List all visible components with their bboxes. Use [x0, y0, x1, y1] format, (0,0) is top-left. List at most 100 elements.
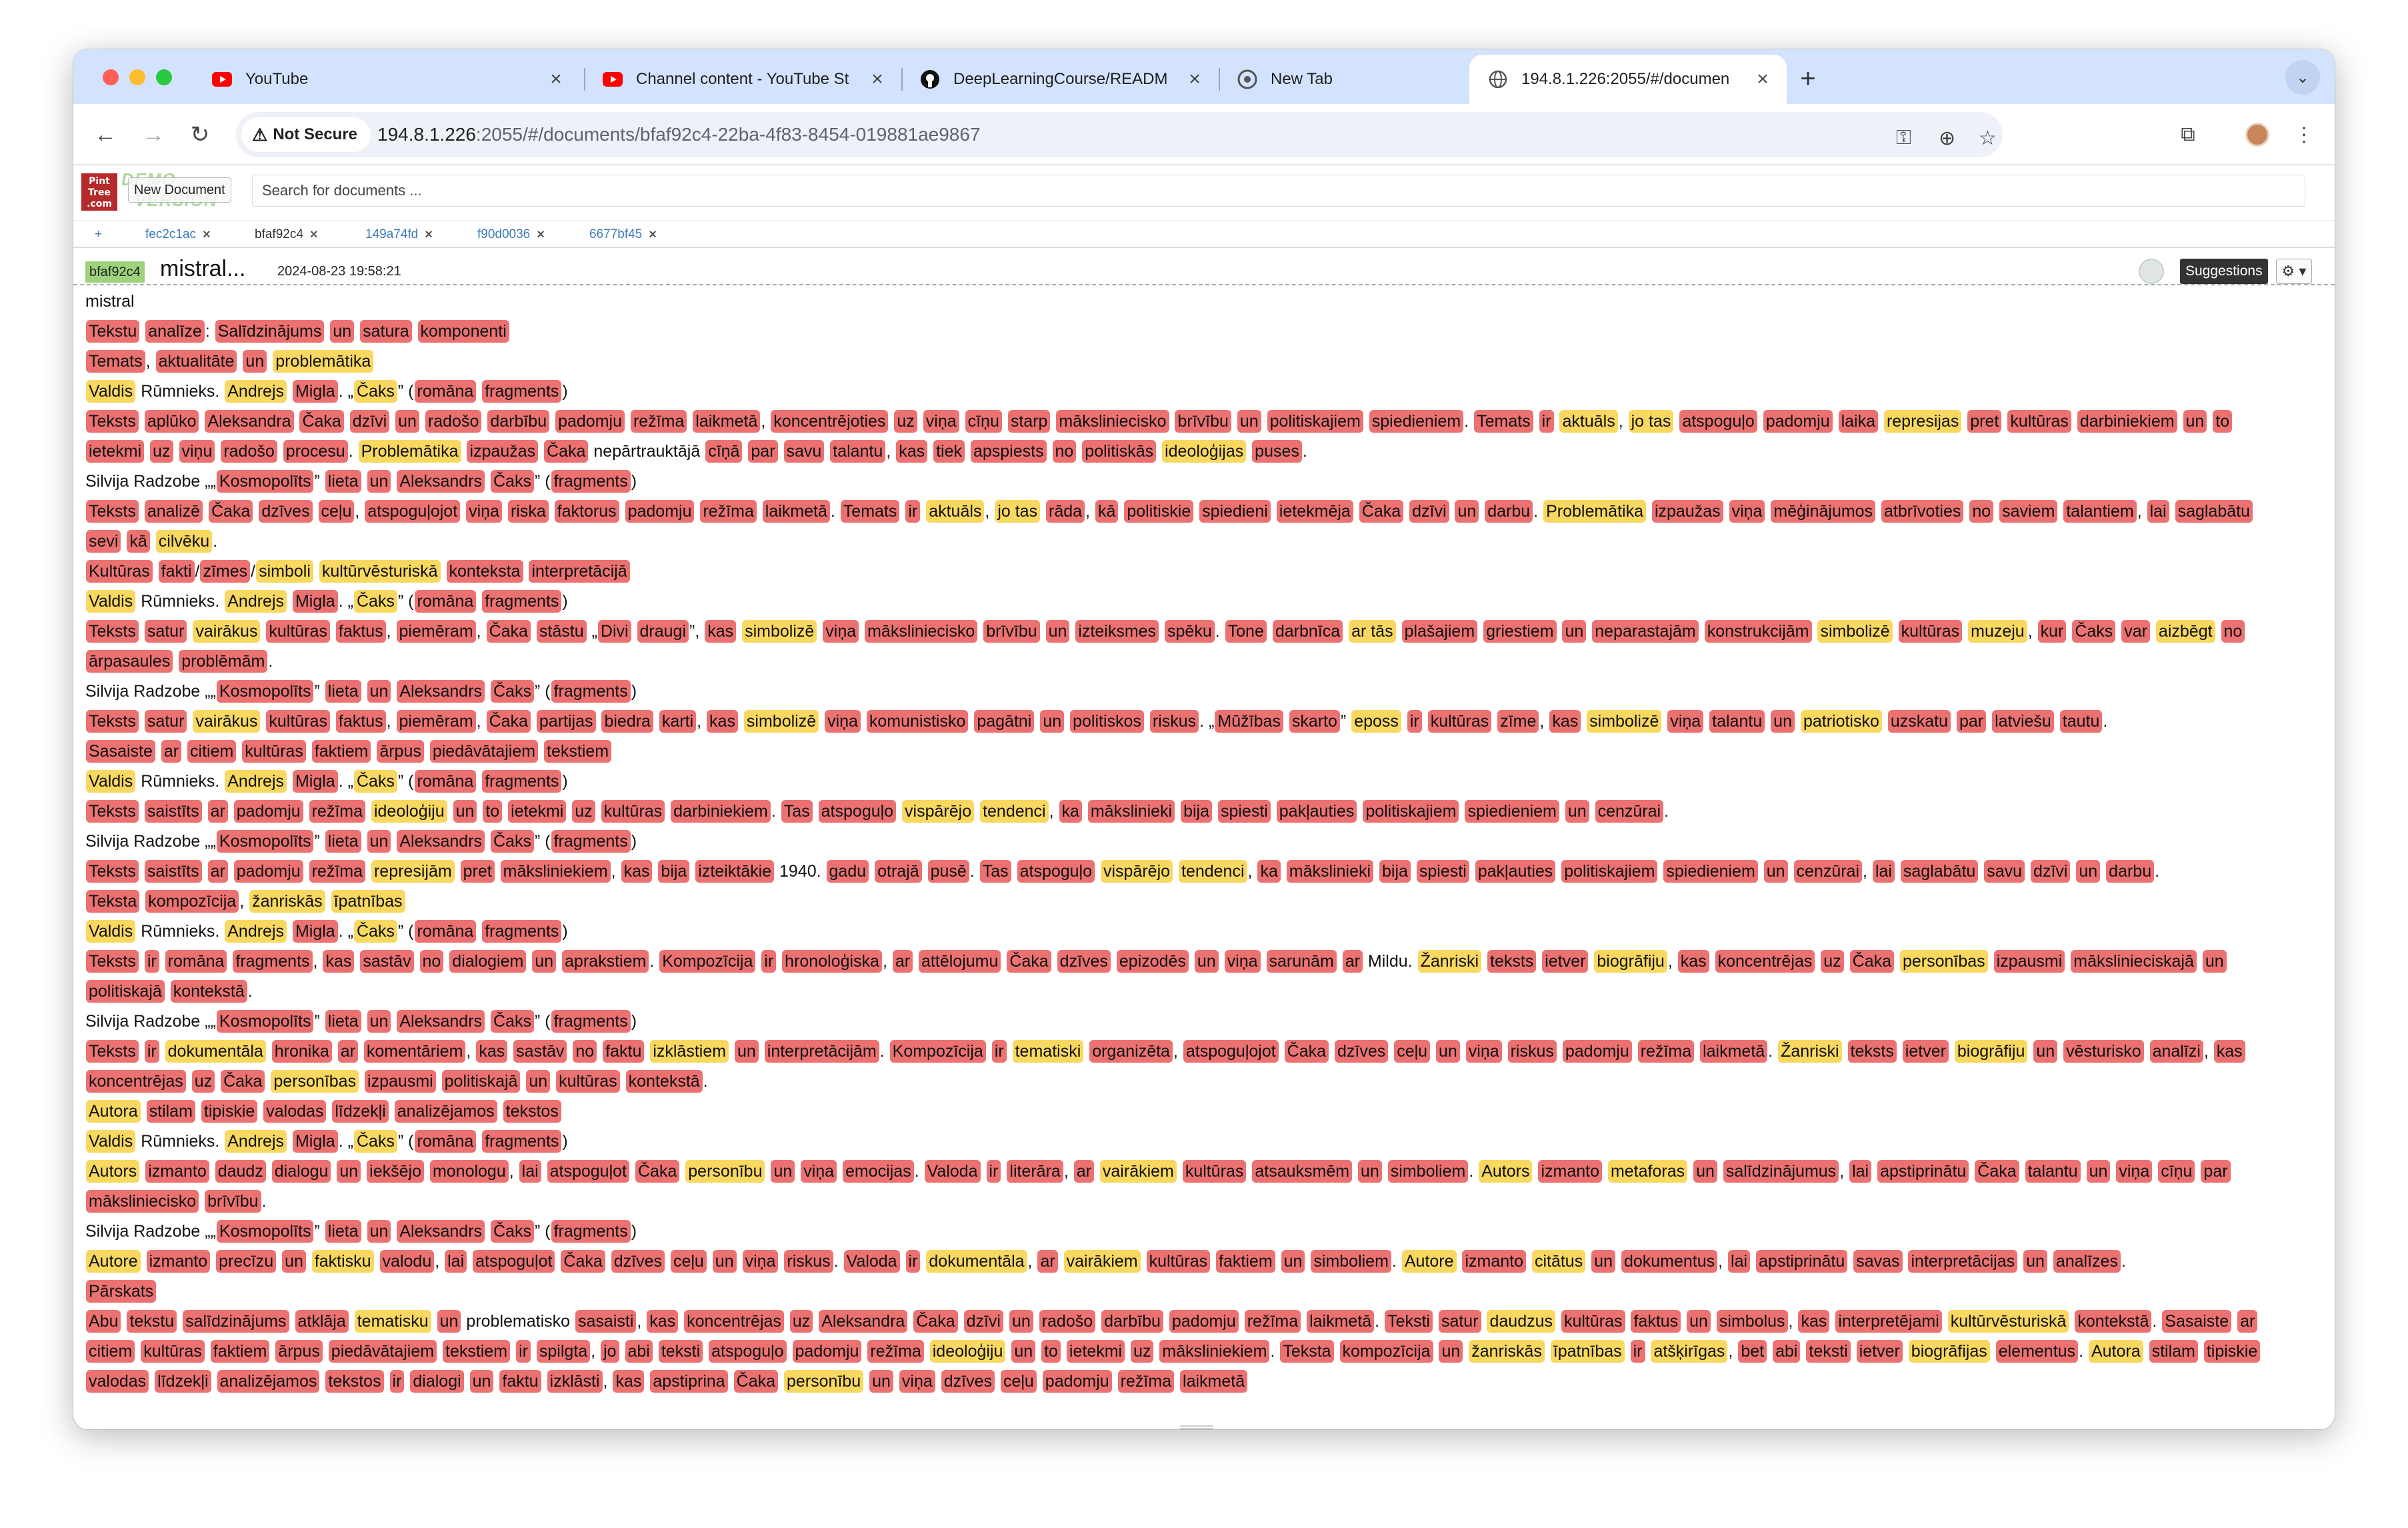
- highlight-red[interactable]: izteiksmes: [1075, 620, 1159, 643]
- highlight-red[interactable]: lai: [1728, 1250, 1751, 1273]
- close-icon[interactable]: ×: [537, 227, 545, 243]
- highlight-red[interactable]: lieta: [325, 830, 361, 853]
- highlight-red[interactable]: atsauksmēm: [1252, 1160, 1353, 1183]
- highlight-red[interactable]: no: [1969, 500, 1994, 523]
- highlight-red[interactable]: Migla: [292, 590, 338, 613]
- highlight-red[interactable]: tipiskie: [201, 1100, 258, 1123]
- highlight-red[interactable]: piedāvātajiem: [328, 1340, 437, 1363]
- highlight-red[interactable]: atspoguļo: [1017, 860, 1095, 883]
- highlight-red[interactable]: padomju: [792, 1340, 862, 1363]
- highlight-yellow[interactable]: Autora: [2088, 1340, 2143, 1363]
- highlight-yellow[interactable]: Valdis: [86, 920, 136, 943]
- highlight-red[interactable]: darbiniekiem: [671, 800, 771, 823]
- highlight-red[interactable]: ir: [1407, 710, 1422, 733]
- highlight-yellow[interactable]: žanriskās: [249, 890, 325, 913]
- highlight-red[interactable]: Sasaiste: [86, 740, 155, 763]
- highlight-red[interactable]: Valoda: [924, 1160, 981, 1183]
- highlight-yellow[interactable]: vairākiem: [1099, 1160, 1177, 1183]
- highlight-red[interactable]: darbu: [1485, 500, 1533, 523]
- highlight-red[interactable]: lai: [1849, 1160, 1872, 1183]
- highlight-red[interactable]: dzīves: [1057, 950, 1111, 973]
- highlight-red[interactable]: un: [453, 800, 477, 823]
- key-icon[interactable]: ⚿: [1896, 127, 1911, 149]
- reload-button[interactable]: ↻: [183, 117, 217, 152]
- highlight-yellow[interactable]: ideoloģiju: [929, 1340, 1006, 1363]
- highlight-red[interactable]: un: [2033, 1040, 2058, 1063]
- highlight-red[interactable]: uz: [191, 1070, 215, 1093]
- highlight-red[interactable]: režīma: [867, 1340, 924, 1363]
- highlight-red[interactable]: padomju: [625, 500, 695, 523]
- highlight-yellow[interactable]: aktuāls: [926, 500, 985, 523]
- highlight-red[interactable]: ceļu: [670, 1250, 707, 1273]
- highlight-red[interactable]: un: [735, 1040, 759, 1063]
- highlight-red[interactable]: pret: [460, 860, 495, 883]
- highlight-yellow[interactable]: personības: [271, 1070, 359, 1093]
- highlight-red[interactable]: un: [367, 1010, 391, 1033]
- highlight-red[interactable]: pakļauties: [1276, 800, 1357, 823]
- highlight-red[interactable]: Valoda: [843, 1250, 900, 1273]
- highlight-red[interactable]: faktus: [335, 710, 386, 733]
- highlight-red[interactable]: Tone: [1225, 620, 1267, 643]
- highlight-red[interactable]: sastāv: [360, 950, 414, 973]
- highlight-yellow[interactable]: patriotisko: [1800, 710, 1882, 733]
- highlight-yellow[interactable]: Valdis: [86, 380, 136, 403]
- highlight-yellow[interactable]: Andrejs: [225, 380, 287, 403]
- highlight-red[interactable]: un: [1439, 1340, 1463, 1363]
- highlight-red[interactable]: un: [1040, 710, 1065, 733]
- highlight-red[interactable]: un: [2076, 860, 2101, 883]
- highlight-red[interactable]: atbrīvoties: [1881, 500, 1964, 523]
- highlight-yellow[interactable]: īpatnības: [331, 890, 405, 913]
- highlight-red[interactable]: satura: [360, 320, 412, 343]
- highlight-red[interactable]: par: [2201, 1160, 2231, 1183]
- highlight-red[interactable]: Migla: [292, 920, 338, 943]
- highlight-red[interactable]: padomju: [1562, 1040, 1632, 1063]
- highlight-red[interactable]: Teksta: [1280, 1340, 1334, 1363]
- highlight-red[interactable]: ka: [1257, 860, 1281, 883]
- highlight-red[interactable]: hronika: [271, 1040, 332, 1063]
- highlight-yellow[interactable]: Valdis: [86, 770, 136, 793]
- highlight-red[interactable]: kompozīcija: [145, 890, 239, 913]
- close-icon[interactable]: ×: [649, 227, 657, 243]
- highlight-yellow[interactable]: tendenci: [980, 800, 1049, 823]
- highlight-red[interactable]: romāna: [165, 950, 227, 973]
- highlight-red[interactable]: brīvību: [983, 620, 1040, 643]
- highlight-red[interactable]: Divi: [597, 620, 631, 643]
- highlight-red[interactable]: uz: [572, 800, 595, 823]
- highlight-red[interactable]: un: [1237, 410, 1261, 433]
- maximize-window-button[interactable]: [156, 69, 172, 85]
- highlight-red[interactable]: lai: [2147, 500, 2169, 523]
- highlight-red[interactable]: dzīvi: [963, 1310, 1003, 1333]
- highlight-red[interactable]: uz: [1821, 950, 1844, 973]
- highlight-yellow[interactable]: tendenci: [1179, 860, 1247, 883]
- highlight-red[interactable]: un: [2202, 950, 2227, 973]
- highlight-yellow[interactable]: tematisku: [354, 1310, 431, 1333]
- highlight-red[interactable]: viņa: [466, 500, 502, 523]
- highlight-red[interactable]: režīma: [700, 500, 757, 523]
- zoom-icon[interactable]: ⊕: [1939, 127, 1955, 150]
- highlight-red[interactable]: Aleksandrs: [397, 680, 485, 703]
- highlight-red[interactable]: viņa: [823, 620, 859, 643]
- highlight-red[interactable]: ir: [761, 950, 777, 973]
- highlight-red[interactable]: politiskie: [1124, 500, 1194, 523]
- highlight-red[interactable]: sasaisti: [575, 1310, 637, 1333]
- highlight-red[interactable]: par: [748, 440, 778, 463]
- highlight-red[interactable]: apstiprinātu: [1756, 1250, 1848, 1273]
- highlight-red[interactable]: fakti: [158, 560, 195, 583]
- highlight-red[interactable]: Čaks: [490, 680, 534, 703]
- document-search-input[interactable]: Search for documents ...: [252, 175, 2305, 207]
- highlight-yellow[interactable]: ideoloģiju: [371, 800, 447, 823]
- highlight-red[interactable]: faktu: [499, 1370, 541, 1393]
- security-chip[interactable]: ⚠ Not Secure: [241, 117, 371, 152]
- highlight-red[interactable]: padomju: [1763, 410, 1833, 433]
- highlight-red[interactable]: tekstiem: [544, 740, 612, 763]
- highlight-red[interactable]: stāstu: [536, 620, 587, 643]
- highlight-red[interactable]: interpretācijā: [529, 560, 630, 583]
- highlight-red[interactable]: viņa: [801, 1160, 837, 1183]
- highlight-red[interactable]: kas: [705, 620, 737, 643]
- highlight-red[interactable]: talantiem: [2063, 500, 2137, 523]
- highlight-red[interactable]: epizodēs: [1116, 950, 1189, 973]
- highlight-red[interactable]: dzīvi: [1409, 500, 1449, 523]
- highlight-red[interactable]: gadu: [826, 860, 869, 883]
- highlight-red[interactable]: bija: [1379, 860, 1411, 883]
- highlight-red[interactable]: spiesti: [1217, 800, 1271, 823]
